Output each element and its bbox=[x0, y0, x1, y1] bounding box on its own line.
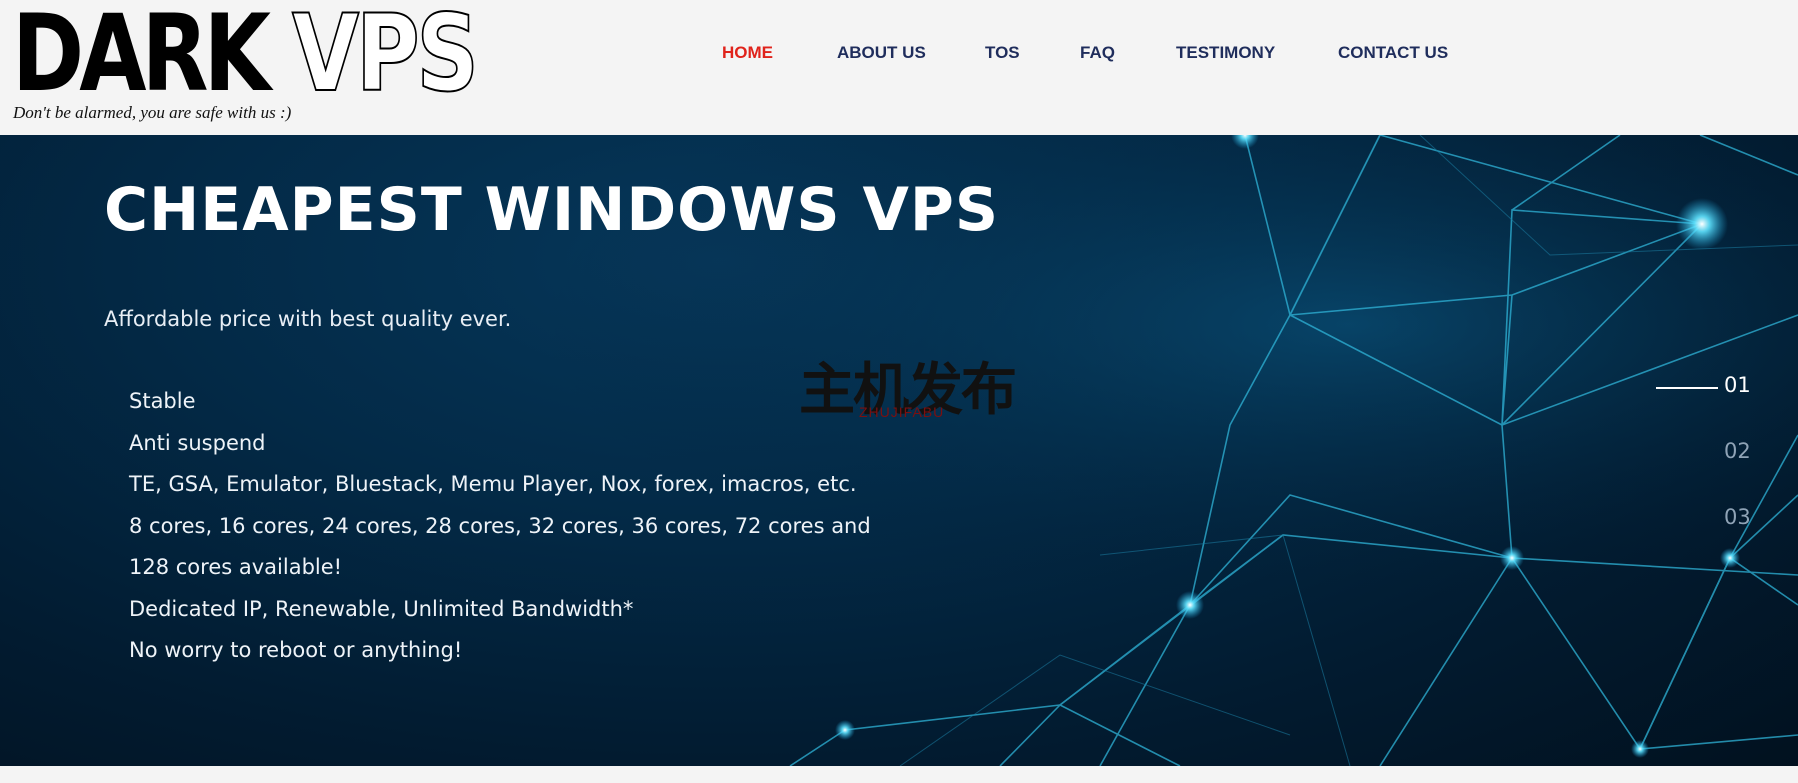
logo[interactable]: DARK VPS bbox=[12, 0, 492, 115]
slide-dot-02[interactable]: 02 bbox=[1724, 439, 1751, 463]
feature-item: Dedicated IP, Renewable, Unlimited Bandw… bbox=[129, 596, 634, 621]
nav-about-us[interactable]: ABOUT US bbox=[837, 43, 926, 63]
tagline: Don't be alarmed, you are safe with us :… bbox=[13, 103, 292, 122]
nav-faq[interactable]: FAQ bbox=[1080, 43, 1115, 63]
nav-testimony[interactable]: TESTIMONY bbox=[1176, 43, 1275, 63]
feature-item: Anti suspend bbox=[129, 430, 266, 455]
slide-dot-01[interactable]: 01 bbox=[1724, 373, 1751, 397]
nav-tos[interactable]: TOS bbox=[985, 43, 1020, 63]
feature-list: Stable Anti suspend TE, GSA, Emulator, B… bbox=[129, 381, 889, 672]
logo-vps-text: VPS bbox=[291, 0, 480, 115]
site-header: DARK VPS Don't be alarmed, you are safe … bbox=[0, 0, 1798, 135]
nav-home[interactable]: HOME bbox=[722, 43, 773, 63]
slide-pagination: 01 02 03 bbox=[1650, 373, 1760, 533]
active-slide-indicator bbox=[1656, 387, 1718, 389]
feature-item: 8 cores, 16 cores, 24 cores, 28 cores, 3… bbox=[129, 513, 871, 580]
feature-item: Stable bbox=[129, 389, 196, 413]
watermark-english-text: ZHUJIFABU bbox=[859, 404, 945, 420]
page-bottom-strip bbox=[0, 766, 1798, 783]
feature-item: TE, GSA, Emulator, Bluestack, Memu Playe… bbox=[129, 472, 857, 496]
hero-subtitle: Affordable price with best quality ever. bbox=[104, 307, 512, 331]
feature-item: No worry to reboot or anything! bbox=[129, 638, 463, 662]
watermark: 主机发布 ZHUJIFABU bbox=[799, 360, 1017, 430]
slide-dot-03[interactable]: 03 bbox=[1724, 505, 1751, 529]
hero-title: CHEAPEST WINDOWS VPS bbox=[104, 175, 1000, 245]
hero-slider: CHEAPEST WINDOWS VPS Affordable price wi… bbox=[0, 135, 1798, 766]
nav-contact-us[interactable]: CONTACT US bbox=[1338, 43, 1448, 63]
logo-dark-text: DARK bbox=[12, 0, 271, 115]
